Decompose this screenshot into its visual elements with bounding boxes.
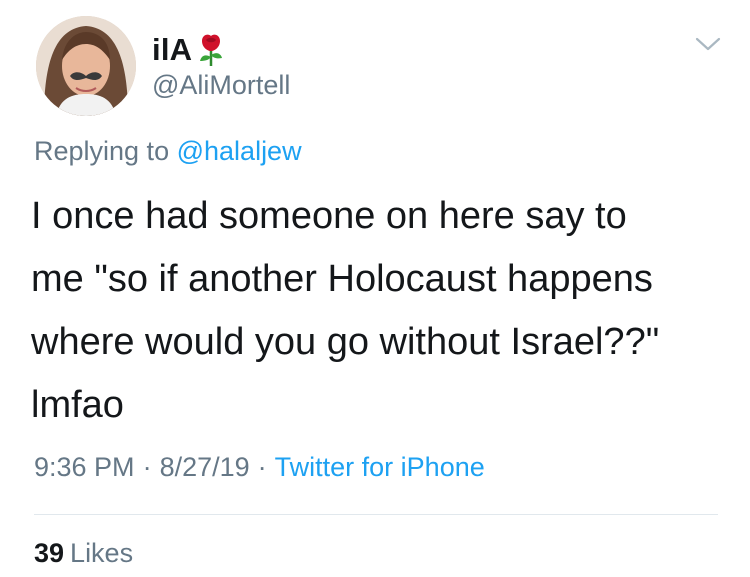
- author-name-row[interactable]: ilA: [152, 30, 226, 70]
- tweet-meta: 9:36 PM · 8/27/19 · Twitter for iPhone: [34, 452, 485, 483]
- replying-to: Replying to @halaljew: [34, 136, 302, 167]
- likes-count: 39: [34, 538, 65, 568]
- author-handle[interactable]: @AliMortell: [152, 70, 290, 101]
- meta-separator: ·: [142, 452, 152, 482]
- avatar[interactable]: [36, 16, 136, 116]
- likes-label: Likes: [70, 538, 134, 568]
- tweet-card: ilA @AliMortell Replying to @halaljew I …: [0, 0, 750, 577]
- rose-icon: [196, 33, 226, 67]
- source-link[interactable]: Twitter for iPhone: [275, 452, 485, 483]
- profile-photo-icon: [36, 16, 136, 116]
- divider: [34, 514, 718, 515]
- replying-prefix: Replying to: [34, 136, 170, 166]
- tweet-text: I once had someone on here say to me "so…: [31, 195, 660, 426]
- tweet-date[interactable]: 8/27/19: [160, 452, 250, 483]
- meta-separator: ·: [257, 452, 267, 482]
- likes-stat[interactable]: 39 Likes: [34, 538, 133, 569]
- chevron-down-icon[interactable]: [694, 34, 722, 54]
- display-name[interactable]: ilA: [152, 32, 192, 68]
- reply-to-handle-link[interactable]: @halaljew: [177, 136, 302, 166]
- tweet-time[interactable]: 9:36 PM: [34, 452, 135, 483]
